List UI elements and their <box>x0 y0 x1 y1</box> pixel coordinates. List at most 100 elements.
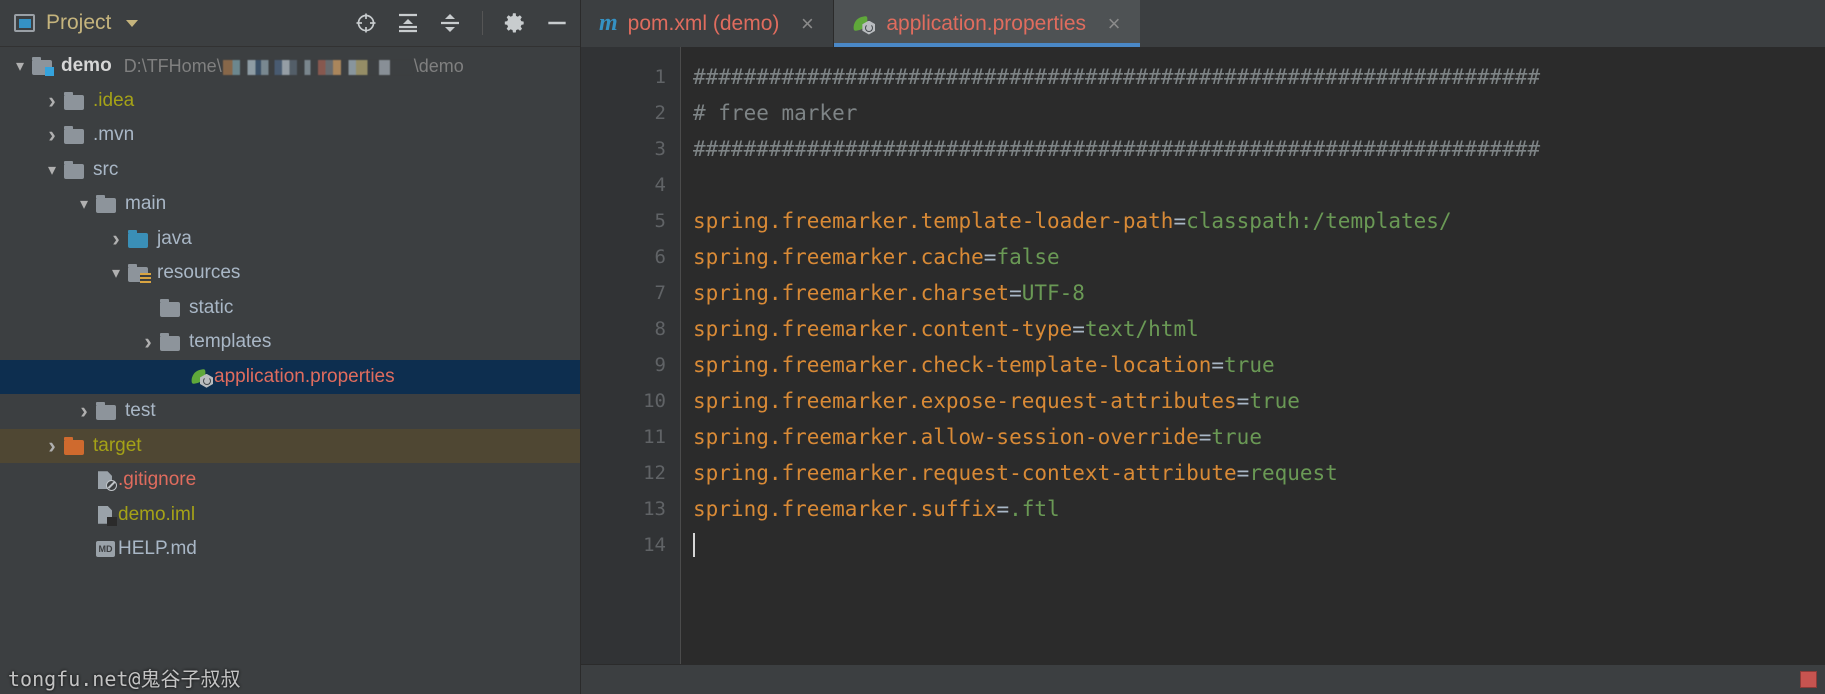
tree-row-demo-iml[interactable]: demo.iml <box>0 498 580 533</box>
collapse-all-icon[interactable] <box>437 10 463 36</box>
chevron-right-icon[interactable] <box>74 394 94 428</box>
line-number: 14 <box>643 534 666 556</box>
expand-all-icon[interactable] <box>395 10 421 36</box>
chevron-right-icon[interactable] <box>42 118 62 152</box>
property-value: text/html <box>1084 317 1199 341</box>
project-label: Project <box>46 11 112 34</box>
tree-row-templates[interactable]: templates <box>0 325 580 360</box>
editor-tab-pom-xml[interactable]: m pom.xml (demo) × <box>581 0 834 47</box>
code-line[interactable]: spring.freemarker.cache=false <box>693 239 1825 275</box>
code-line[interactable]: spring.freemarker.template-loader-path=c… <box>693 203 1825 239</box>
tree-row-src[interactable]: src <box>0 153 580 188</box>
tree-row-application-properties[interactable]: application.properties <box>0 359 580 394</box>
spring-boot-icon <box>190 366 214 388</box>
comment-token: # free marker <box>693 101 858 125</box>
property-value: true <box>1249 389 1300 413</box>
folder-icon <box>62 124 86 146</box>
ide-window: Project ▾ demo D:\TFHome\ \demo › .idea … <box>0 0 1825 694</box>
code-line[interactable]: spring.freemarker.charset=UTF-8 <box>693 275 1825 311</box>
chevron-down-icon[interactable] <box>10 49 30 83</box>
tree-row-java[interactable]: java <box>0 222 580 257</box>
locate-file-icon[interactable] <box>353 10 379 36</box>
code-line[interactable] <box>693 527 1825 563</box>
project-title-group[interactable]: Project <box>14 11 139 35</box>
sidebar-bottom-strip <box>0 664 580 694</box>
property-separator: = <box>983 245 997 269</box>
property-separator: = <box>1173 209 1187 233</box>
tree-row-target[interactable]: target <box>0 428 580 463</box>
maven-icon: m <box>599 10 618 36</box>
code-content[interactable]: ########################################… <box>681 47 1825 664</box>
chevron-right-icon[interactable] <box>138 325 158 359</box>
editor-tab-bar[interactable]: m pom.xml (demo) × application.properties × <box>581 0 1825 47</box>
toolbar-divider <box>482 11 483 35</box>
property-key: spring.freemarker.check-template-locatio… <box>693 353 1212 377</box>
close-icon[interactable]: × <box>1104 11 1124 37</box>
tree-item-label: templates <box>189 331 272 353</box>
code-line[interactable] <box>693 167 1825 203</box>
tree-row--gitignore[interactable]: .gitignore <box>0 463 580 498</box>
property-separator: = <box>1236 461 1250 485</box>
chevron-right-icon[interactable] <box>42 429 62 463</box>
folder-icon <box>94 193 118 215</box>
project-file-tree[interactable]: demo D:\TFHome\ \demo .idea .mvn srcmain java r… <box>0 47 580 664</box>
folder-icon <box>158 331 182 353</box>
line-number: 9 <box>654 354 666 376</box>
line-number: 12 <box>643 462 666 484</box>
tree-row-demo[interactable]: demo D:\TFHome\ \demo <box>0 49 580 84</box>
tree-item-label: test <box>125 400 156 422</box>
tree-item-label: target <box>93 434 142 456</box>
code-line[interactable]: ########################################… <box>693 131 1825 167</box>
property-value: .ftl <box>1009 497 1060 521</box>
property-value: request <box>1249 461 1338 485</box>
editor-tab-label: pom.xml (demo) <box>627 11 780 35</box>
code-line[interactable]: # free marker <box>693 95 1825 131</box>
code-line[interactable]: spring.freemarker.content-type=text/html <box>693 311 1825 347</box>
tree-row-help-md[interactable]: MD HELP.md <box>0 532 580 567</box>
code-line[interactable]: spring.freemarker.check-template-locatio… <box>693 347 1825 383</box>
property-value: false <box>996 245 1060 269</box>
tree-item-label: demo <box>61 55 112 77</box>
chevron-right-icon[interactable] <box>42 84 62 118</box>
text-caret <box>693 533 695 557</box>
folder-icon <box>94 400 118 422</box>
tree-item-label: .mvn <box>93 124 135 146</box>
code-viewport[interactable]: 1 2 3 4 5 6 7 8 9 10 11 12 13 14 ####################… <box>581 47 1825 664</box>
tree-row--mvn[interactable]: .mvn <box>0 118 580 153</box>
property-separator: = <box>1211 353 1225 377</box>
code-line[interactable]: ########################################… <box>693 59 1825 95</box>
tree-row-test[interactable]: test <box>0 394 580 429</box>
tree-item-label: main <box>125 193 167 215</box>
property-key: spring.freemarker.allow-session-override <box>693 425 1199 449</box>
minimize-icon[interactable] <box>544 10 570 36</box>
chevron-down-icon[interactable] <box>42 153 62 187</box>
close-icon[interactable]: × <box>797 11 817 37</box>
chevron-right-icon[interactable] <box>106 222 126 256</box>
code-line[interactable]: spring.freemarker.request-context-attrib… <box>693 455 1825 491</box>
code-line[interactable]: spring.freemarker.expose-request-attribu… <box>693 383 1825 419</box>
comment-token: ########################################… <box>693 137 1541 161</box>
tree-item-path: D:\TFHome\ \demo <box>124 56 464 77</box>
code-line[interactable]: spring.freemarker.suffix=.ftl <box>693 491 1825 527</box>
gear-icon[interactable] <box>502 10 528 36</box>
property-key: spring.freemarker.request-context-attrib… <box>693 461 1237 485</box>
property-key: spring.freemarker.content-type <box>693 317 1073 341</box>
code-line[interactable]: spring.freemarker.allow-session-override… <box>693 419 1825 455</box>
tree-item-label: application.properties <box>214 365 395 387</box>
tree-item-label: src <box>93 158 119 180</box>
tree-row-static[interactable]: static <box>0 291 580 326</box>
notification-icon[interactable] <box>1800 671 1817 688</box>
folder-icon <box>158 297 182 319</box>
tree-item-label: resources <box>157 262 241 284</box>
chevron-down-icon[interactable] <box>126 19 139 27</box>
chevron-down-icon[interactable] <box>74 187 94 221</box>
tree-row-resources[interactable]: resources <box>0 256 580 291</box>
chevron-down-icon[interactable] <box>106 256 126 290</box>
editor-tab-application-properties[interactable]: application.properties × <box>834 0 1140 47</box>
tree-item-path-suffix: \demo <box>413 55 464 76</box>
line-number: 4 <box>654 174 666 196</box>
tree-row-main[interactable]: main <box>0 187 580 222</box>
tree-row--idea[interactable]: .idea <box>0 84 580 119</box>
